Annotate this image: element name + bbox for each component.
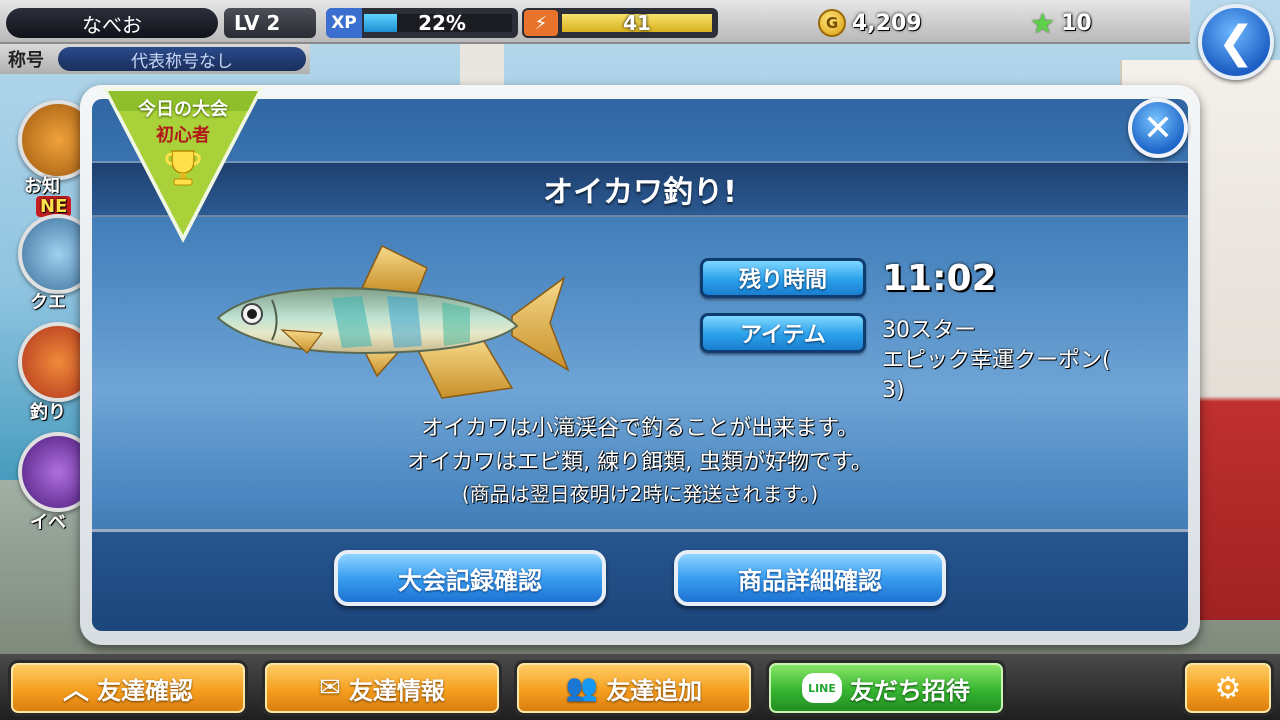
title-value[interactable]: 代表称号なし <box>58 47 306 72</box>
settings-button[interactable]: ⚙ <box>1182 660 1274 716</box>
dialog-footer <box>92 529 1188 631</box>
title-row: 称号 代表称号なし <box>0 44 310 74</box>
gear-icon: ⚙ <box>1214 670 1242 706</box>
xp-bar: XP 22% <box>326 8 518 38</box>
today-tournament-ribbon: 今日の大会 初心者 <box>98 85 268 245</box>
side-event-label: イベ <box>30 512 66 533</box>
friends-info-button[interactable]: ✉ 友達情報 <box>262 660 502 716</box>
player-level: LV 2 <box>224 8 316 38</box>
ribbon-title: 今日の大会 <box>138 99 228 120</box>
item-reward-line: 3) <box>882 378 905 403</box>
close-icon: ✕ <box>1142 107 1174 149</box>
tournament-records-button[interactable]: 大会記録確認 <box>334 550 606 606</box>
mail-icon: ✉ <box>319 673 341 703</box>
friends-check-label: 友達確認 <box>97 676 193 705</box>
close-button[interactable]: ✕ <box>1128 98 1188 158</box>
chevron-up-icon: ︿ <box>62 675 89 706</box>
item-label: アイテム <box>700 313 866 353</box>
prize-details-button[interactable]: 商品詳細確認 <box>674 550 946 606</box>
title-label: 称号 <box>8 50 44 71</box>
friends-check-button[interactable]: ︿ 友達確認 <box>8 660 248 716</box>
star-icon: ★ <box>1030 6 1056 40</box>
gold-value: 4,209 <box>852 10 922 36</box>
chevron-left-icon: ❮ <box>1217 16 1255 68</box>
player-name[interactable]: なべお <box>6 8 218 38</box>
side-fishing-label: 釣り <box>30 402 66 423</box>
item-reward-line: エピック幸運クーポン( <box>882 348 1111 373</box>
line-invite-label: 友だち招待 <box>850 676 970 705</box>
ribbon-rank: 初心者 <box>156 125 210 146</box>
line-invite-button[interactable]: LINE 友だち招待 <box>766 660 1006 716</box>
lightning-icon: ⚡ <box>524 10 558 36</box>
item-reward-line: 30スター <box>882 318 976 343</box>
friends-info-label: 友達情報 <box>348 676 445 705</box>
top-status-bar: なべお LV 2 XP 22% ⚡ 41 G 4,209 ★ 10 ❮ 称号 代… <box>0 0 1280 80</box>
star-counter[interactable]: ★ 10 <box>1030 6 1120 40</box>
xp-percent: 22% <box>418 11 466 35</box>
side-notice-label: お知 <box>24 176 60 197</box>
star-value: 10 <box>1061 10 1092 36</box>
energy-bar[interactable]: ⚡ 41 <box>522 8 718 38</box>
description-line-1: オイカワは小滝渓谷で釣ることが出来ます。 <box>421 416 859 441</box>
friends-add-label: 友達追加 <box>606 676 703 705</box>
description-note: (商品は翌日夜明け2時に発送されます。) <box>461 482 819 506</box>
energy-value: 41 <box>623 11 651 35</box>
description-line-2: オイカワはエビ類, 練り餌類, 虫類が好物です。 <box>407 450 873 475</box>
remaining-time-label: 残り時間 <box>700 258 866 298</box>
side-quest-label: クエ <box>30 292 66 313</box>
line-icon: LINE <box>802 673 842 703</box>
gold-coin-icon: G <box>818 9 846 37</box>
trophy-icon <box>165 150 201 186</box>
pale-chub-fish-image <box>216 244 570 399</box>
item-rewards: 30スター エピック幸運クーポン( 3) <box>882 316 1182 406</box>
back-button[interactable]: ❮ <box>1198 4 1274 80</box>
bottom-nav: ︿ 友達確認 ✉ 友達情報 👥 友達追加 LINE 友だち招待 ⚙ <box>0 654 1280 720</box>
users-icon: 👥 <box>565 673 599 703</box>
remaining-time-value: 11:02 <box>882 258 997 299</box>
friends-add-button[interactable]: 👥 友達追加 <box>514 660 754 716</box>
gold-counter[interactable]: G 4,209 <box>818 8 952 38</box>
